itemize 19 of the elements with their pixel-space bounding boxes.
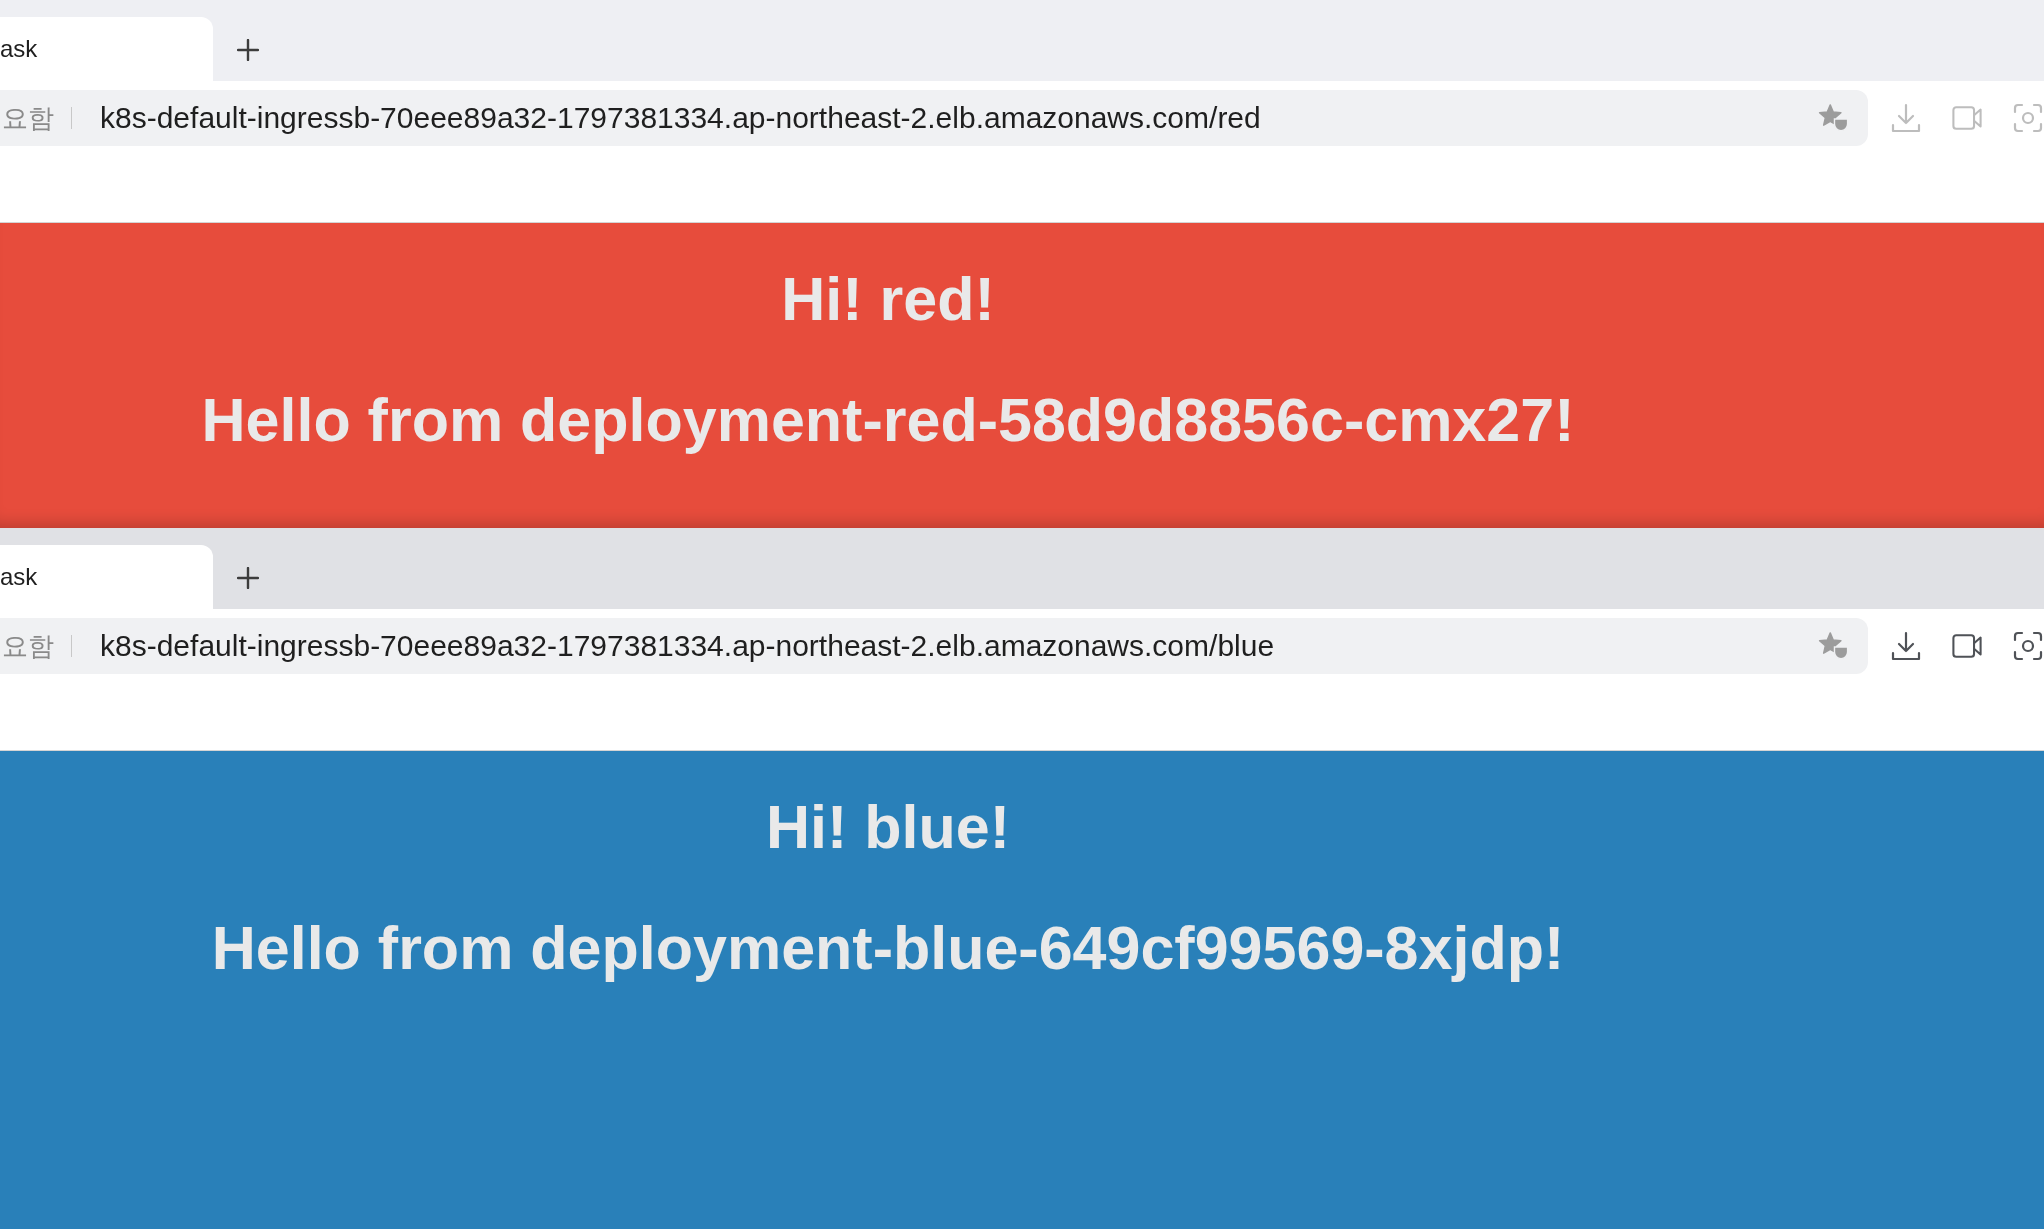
plus-icon bbox=[237, 39, 259, 61]
url-text: k8s-default-ingressb-70eee89a32-1797381334.ap-northeast-2.elb.amazonaws.com/red bbox=[100, 101, 1262, 135]
plus-icon bbox=[237, 567, 259, 589]
greeting-heading: Hi! red! bbox=[781, 265, 995, 333]
url-text: k8s-default-ingressb-70eee89a32-1797381334.ap-northeast-2.elb.amazonaws.com/blue bbox=[100, 629, 1276, 663]
star-icon[interactable] bbox=[1818, 103, 1850, 133]
message-heading: Hello from deployment-blue-649cf99569-8xjdp! bbox=[211, 914, 1565, 982]
screenshot-icon[interactable] bbox=[2013, 631, 2043, 661]
security-label: 요함 bbox=[2, 101, 54, 135]
address-bar[interactable]: 요함 k8s-default-ingressb-70eee89a32-1797381334.ap-northeast-2.elb.amazonaws.com/red bbox=[0, 90, 1868, 146]
download-icon[interactable] bbox=[1891, 631, 1921, 661]
video-camera-icon[interactable] bbox=[1952, 631, 1982, 661]
greeting-heading: Hi! blue! bbox=[766, 793, 1010, 861]
browser-tab[interactable]: ask bbox=[0, 545, 213, 609]
security-label: 요함 bbox=[2, 629, 54, 663]
star-icon[interactable] bbox=[1818, 631, 1850, 661]
address-bar[interactable]: 요함 k8s-default-ingressb-70eee89a32-1797381334.ap-northeast-2.elb.amazonaws.com/blue bbox=[0, 618, 1868, 674]
browser-tab[interactable]: ask bbox=[0, 17, 213, 81]
message-heading: Hello from deployment-red-58d9d8856c-cmx27! bbox=[201, 386, 1575, 454]
